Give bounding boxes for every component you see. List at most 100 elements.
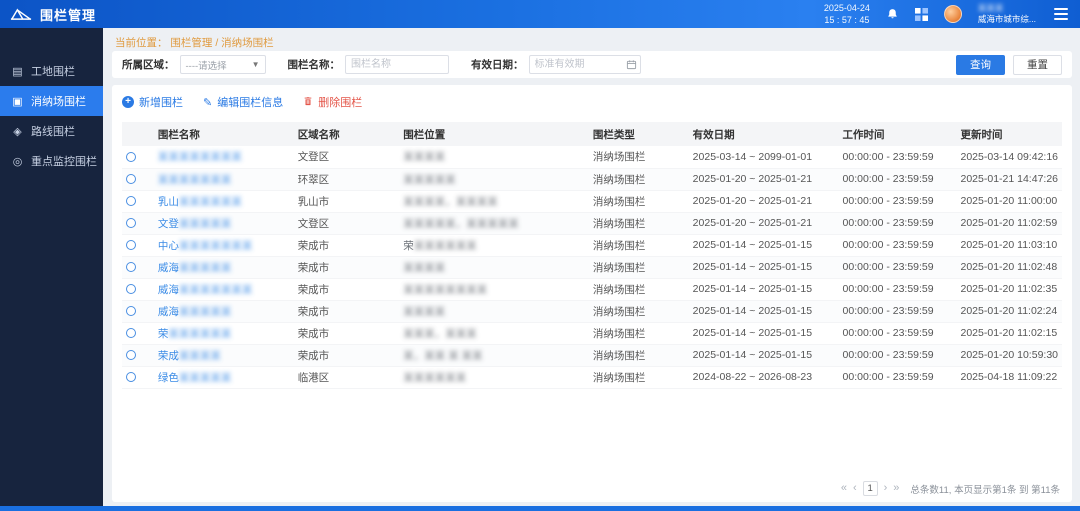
region-select[interactable]: ----请选择 ▼ bbox=[180, 55, 266, 74]
fence-name-visible: 绿色 bbox=[158, 372, 179, 384]
location-masked: 某某某某某，某某某某某 bbox=[403, 218, 519, 230]
table-row[interactable]: 绿色某某某某某 临港区 某某某某某某 消纳场围栏 2024-08-22 ~ 20… bbox=[122, 366, 1062, 388]
fence-name-link[interactable]: 威海某某某某某 bbox=[158, 262, 232, 274]
fence-name-link[interactable]: 威海某某某某某 bbox=[158, 306, 232, 318]
location-masked: 某某某某某某某某 bbox=[403, 284, 487, 296]
table-row[interactable]: 某某某某某某某某 文登区 某某某某 消纳场围栏 2025-03-14 ~ 209… bbox=[122, 146, 1062, 168]
fence-name-link[interactable]: 乳山某某某某某某 bbox=[158, 196, 242, 208]
construction-fence-icon: ▤ bbox=[11, 65, 24, 78]
table-row[interactable]: 威海某某某某某 荣成市 某某某某 消纳场围栏 2025-01-14 ~ 2025… bbox=[122, 256, 1062, 278]
fence-name-masked: 某某某某某某某 bbox=[179, 284, 253, 296]
row-radio[interactable] bbox=[126, 284, 136, 294]
updated-cell: 2025-04-18 11:09:22 bbox=[957, 366, 1063, 388]
work-cell: 00:00:00 - 23:59:59 bbox=[839, 168, 957, 190]
top-header: 围栏管理 2025-04-24 15 : 57 : 45 bbox=[0, 0, 1080, 28]
row-radio[interactable] bbox=[126, 218, 136, 228]
region-filter-label: 所属区域： bbox=[122, 57, 175, 72]
fence-name-masked: 某某某某某某某 bbox=[179, 240, 253, 252]
work-cell: 00:00:00 - 23:59:59 bbox=[839, 322, 957, 344]
table-row[interactable]: 乳山某某某某某某 乳山市 某某某某，某某某某 消纳场围栏 2025-01-20 … bbox=[122, 190, 1062, 212]
table-row[interactable]: 中心某某某某某某某 荣成市 荣某某某某某某 消纳场围栏 2025-01-14 ~… bbox=[122, 234, 1062, 256]
work-cell: 00:00:00 - 23:59:59 bbox=[839, 300, 957, 322]
row-radio[interactable] bbox=[126, 174, 136, 184]
table-row[interactable]: 威海某某某某某某某 荣成市 某某某某某某某某 消纳场围栏 2025-01-14 … bbox=[122, 278, 1062, 300]
table-row[interactable]: 某某某某某某某 环翠区 某某某某某 消纳场围栏 2025-01-20 ~ 202… bbox=[122, 168, 1062, 190]
delete-fence-button[interactable]: 删除围栏 bbox=[303, 94, 362, 110]
search-button[interactable]: 查询 bbox=[956, 55, 1005, 75]
table-row[interactable]: 荣成某某某某 荣成市 某，某某 某 某某 消纳场围栏 2025-01-14 ~ … bbox=[122, 344, 1062, 366]
fence-name-link[interactable]: 荣某某某某某某 bbox=[158, 328, 232, 340]
updated-cell: 2025-01-20 11:02:59 bbox=[957, 212, 1063, 234]
fence-name-link[interactable]: 绿色某某某某某 bbox=[158, 372, 232, 384]
sidebar-item-construction-fence[interactable]: ▤ 工地围栏 bbox=[0, 56, 103, 86]
sidebar: ▤ 工地围栏 ▣ 消纳场围栏 ◈ 路线围栏 ◎ 重点监控围栏 bbox=[0, 28, 103, 506]
sidebar-item-label: 路线围栏 bbox=[31, 123, 75, 139]
menu-icon[interactable] bbox=[1052, 6, 1070, 22]
edit-fence-button[interactable]: ✎ 编辑围栏信息 bbox=[203, 94, 283, 110]
fence-name-masked: 某某某某某某 bbox=[168, 328, 231, 340]
disposal-fence-icon: ▣ bbox=[11, 95, 24, 108]
row-radio[interactable] bbox=[126, 262, 136, 272]
type-cell: 消纳场围栏 bbox=[589, 234, 689, 256]
location-masked: 某某某某某某 bbox=[403, 372, 466, 384]
trash-icon bbox=[303, 96, 313, 109]
valid-date-input[interactable] bbox=[529, 55, 641, 74]
region-cell: 荣成市 bbox=[294, 300, 400, 322]
fence-name-visible: 威海 bbox=[158, 284, 179, 296]
fence-name-input[interactable] bbox=[345, 55, 449, 74]
fence-name-link[interactable]: 中心某某某某某某某 bbox=[158, 240, 253, 252]
apps-grid-icon[interactable] bbox=[915, 8, 928, 21]
region-cell: 荣成市 bbox=[294, 344, 400, 366]
sidebar-item-label: 工地围栏 bbox=[31, 63, 75, 79]
user-org: 威海市城市综... bbox=[978, 14, 1036, 25]
table-row[interactable]: 文登某某某某某 文登区 某某某某某，某某某某某 消纳场围栏 2025-01-20… bbox=[122, 212, 1062, 234]
notification-bell-icon[interactable] bbox=[886, 8, 899, 21]
fence-name-filter-label: 围栏名称： bbox=[288, 57, 341, 72]
type-cell: 消纳场围栏 bbox=[589, 190, 689, 212]
sidebar-item-key-monitor-fence[interactable]: ◎ 重点监控围栏 bbox=[0, 146, 103, 176]
add-fence-button[interactable]: + 新增围栏 bbox=[122, 94, 183, 110]
valid-cell: 2024-08-22 ~ 2026-08-23 bbox=[689, 366, 839, 388]
first-page-button[interactable]: « bbox=[841, 483, 847, 494]
fence-name-visible: 荣成 bbox=[158, 350, 179, 362]
row-radio[interactable] bbox=[126, 152, 136, 162]
next-page-button[interactable]: › bbox=[884, 483, 888, 494]
region-cell: 荣成市 bbox=[294, 234, 400, 256]
row-radio[interactable] bbox=[126, 306, 136, 316]
valid-cell: 2025-01-14 ~ 2025-01-15 bbox=[689, 322, 839, 344]
last-page-button[interactable]: » bbox=[893, 483, 899, 494]
fence-name-masked: 某某某某某某 bbox=[179, 196, 242, 208]
updated-cell: 2025-01-20 11:02:24 bbox=[957, 300, 1063, 322]
current-page[interactable]: 1 bbox=[863, 481, 878, 496]
fence-name-link[interactable]: 某某某某某某某某 bbox=[158, 151, 242, 163]
row-radio[interactable] bbox=[126, 372, 136, 382]
type-cell: 消纳场围栏 bbox=[589, 344, 689, 366]
prev-page-button[interactable]: ‹ bbox=[853, 483, 857, 494]
row-radio[interactable] bbox=[126, 328, 136, 338]
type-cell: 消纳场围栏 bbox=[589, 212, 689, 234]
type-cell: 消纳场围栏 bbox=[589, 322, 689, 344]
fence-name-link[interactable]: 荣成某某某某 bbox=[158, 350, 221, 362]
location-masked: 某某某，某某某 bbox=[403, 328, 477, 340]
table-row[interactable]: 威海某某某某某 荣成市 某某某某 消纳场围栏 2025-01-14 ~ 2025… bbox=[122, 300, 1062, 322]
sidebar-item-route-fence[interactable]: ◈ 路线围栏 bbox=[0, 116, 103, 146]
row-radio[interactable] bbox=[126, 240, 136, 250]
sidebar-item-label: 重点监控围栏 bbox=[31, 153, 97, 169]
fence-name-link[interactable]: 威海某某某某某某某 bbox=[158, 284, 253, 296]
radio-column-header bbox=[122, 122, 154, 146]
filter-panel: 所属区域： ----请选择 ▼ 围栏名称： 有效日期： 查询 重置 bbox=[112, 51, 1072, 78]
fence-table: 围栏名称 区域名称 围栏位置 围栏类型 有效日期 工作时间 更新时间 某某某某某… bbox=[122, 122, 1062, 389]
sidebar-item-disposal-fence[interactable]: ▣ 消纳场围栏 bbox=[0, 86, 103, 116]
fence-name-link[interactable]: 文登某某某某某 bbox=[158, 218, 232, 230]
valid-cell: 2025-01-14 ~ 2025-01-15 bbox=[689, 234, 839, 256]
table-row[interactable]: 荣某某某某某某 荣成市 某某某，某某某 消纳场围栏 2025-01-14 ~ 2… bbox=[122, 322, 1062, 344]
fence-name-link[interactable]: 某某某某某某某 bbox=[158, 174, 232, 186]
table-body: 某某某某某某某某 文登区 某某某某 消纳场围栏 2025-03-14 ~ 209… bbox=[122, 146, 1062, 388]
row-radio[interactable] bbox=[126, 196, 136, 206]
updated-cell: 2025-01-20 10:59:30 bbox=[957, 344, 1063, 366]
avatar[interactable] bbox=[944, 5, 962, 23]
fence-name-visible: 乳山 bbox=[158, 196, 179, 208]
location-masked: 某某某某某 bbox=[403, 174, 456, 186]
reset-button[interactable]: 重置 bbox=[1013, 55, 1062, 75]
row-radio[interactable] bbox=[126, 350, 136, 360]
